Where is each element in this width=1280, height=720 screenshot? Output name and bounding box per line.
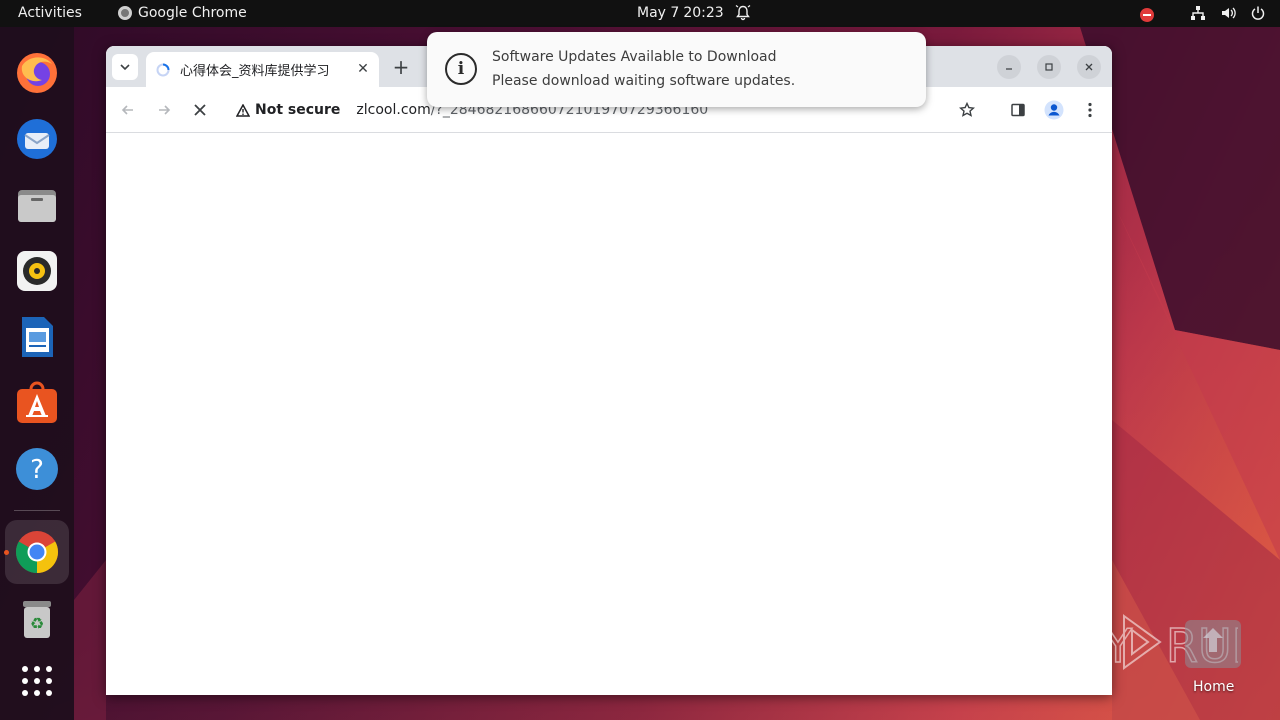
avatar-icon bbox=[1044, 100, 1064, 120]
do-not-disturb-icon bbox=[1140, 8, 1154, 22]
clock[interactable]: May 7 20:23 bbox=[637, 5, 724, 21]
loading-favicon-icon bbox=[156, 63, 170, 76]
tab-active[interactable]: 心得体会_资料库提供学习 ✕ bbox=[146, 52, 379, 87]
page-content[interactable] bbox=[106, 133, 1112, 695]
notification-body: Please download waiting software updates… bbox=[492, 73, 796, 89]
trash-icon[interactable]: ♻ bbox=[13, 595, 61, 643]
dock: ? ♻ bbox=[0, 27, 74, 720]
top-bar: Activities Google Chrome May 7 20:23 bbox=[0, 0, 1280, 27]
forward-button[interactable] bbox=[150, 96, 178, 124]
tab-close-icon[interactable]: ✕ bbox=[355, 61, 371, 77]
security-chip[interactable]: Not secure bbox=[236, 102, 340, 118]
activities-button[interactable]: Activities bbox=[18, 5, 82, 21]
chrome-icon[interactable] bbox=[13, 528, 61, 576]
clock-time: 20:23 bbox=[683, 5, 724, 21]
new-tab-button[interactable]: + bbox=[388, 54, 414, 80]
chrome-window: 心得体会_资料库提供学习 ✕ + Not secure zlcool.com/?… bbox=[106, 46, 1112, 695]
help-icon[interactable]: ? bbox=[13, 445, 61, 493]
notification-title: Software Updates Available to Download bbox=[492, 49, 777, 65]
maximize-button[interactable] bbox=[1037, 55, 1061, 79]
thunderbird-icon[interactable] bbox=[13, 115, 61, 163]
side-panel-button[interactable] bbox=[1004, 96, 1032, 124]
close-icon bbox=[194, 104, 206, 116]
home-label: Home bbox=[1193, 679, 1235, 695]
maximize-icon bbox=[1045, 63, 1053, 71]
running-indicator bbox=[4, 550, 9, 555]
security-label: Not secure bbox=[255, 102, 341, 118]
dock-separator bbox=[14, 510, 60, 511]
minimize-icon bbox=[1006, 68, 1012, 70]
stop-loading-button[interactable] bbox=[186, 96, 214, 124]
app-menu[interactable]: Google Chrome bbox=[118, 5, 247, 21]
tab-title: 心得体会_资料库提供学习 bbox=[180, 64, 330, 79]
system-tray[interactable] bbox=[1140, 5, 1266, 25]
close-icon bbox=[1085, 63, 1093, 71]
app-center-icon[interactable] bbox=[13, 379, 61, 427]
bookmark-button[interactable] bbox=[953, 96, 981, 124]
app-name: Google Chrome bbox=[138, 5, 247, 21]
show-apps-icon[interactable] bbox=[13, 657, 61, 705]
files-icon[interactable] bbox=[13, 181, 61, 229]
clock-date: May 7 bbox=[637, 5, 680, 21]
svg-text:ANY: ANY bbox=[1038, 619, 1133, 672]
home-folder-icon[interactable] bbox=[1185, 620, 1241, 668]
tab-search-button[interactable] bbox=[112, 54, 138, 80]
minimize-button[interactable] bbox=[997, 55, 1021, 79]
network-icon bbox=[1190, 5, 1206, 25]
rhythmbox-icon[interactable] bbox=[13, 247, 61, 295]
close-window-button[interactable] bbox=[1077, 55, 1101, 79]
profile-button[interactable] bbox=[1040, 96, 1068, 124]
svg-text:♻: ♻ bbox=[30, 614, 44, 633]
svg-text:?: ? bbox=[30, 455, 44, 485]
warning-icon bbox=[236, 103, 250, 117]
firefox-icon[interactable] bbox=[13, 49, 61, 97]
info-icon: i bbox=[445, 53, 477, 85]
back-button[interactable] bbox=[114, 96, 142, 124]
side-panel-icon bbox=[1011, 103, 1025, 117]
star-icon bbox=[959, 102, 975, 117]
url-host: zlcool.com bbox=[356, 102, 431, 118]
notification-bell-icon bbox=[735, 5, 751, 25]
volume-icon bbox=[1220, 5, 1236, 25]
chrome-small-icon bbox=[118, 6, 132, 20]
chrome-menu-button[interactable] bbox=[1076, 96, 1104, 124]
arrow-left-icon bbox=[121, 105, 133, 115]
libreoffice-writer-icon[interactable] bbox=[13, 313, 61, 361]
chevron-down-icon bbox=[120, 64, 130, 71]
arrow-right-icon bbox=[159, 105, 171, 115]
update-notification[interactable]: i Software Updates Available to Download… bbox=[427, 32, 926, 107]
kebab-menu-icon bbox=[1088, 102, 1092, 118]
power-icon bbox=[1250, 5, 1266, 25]
